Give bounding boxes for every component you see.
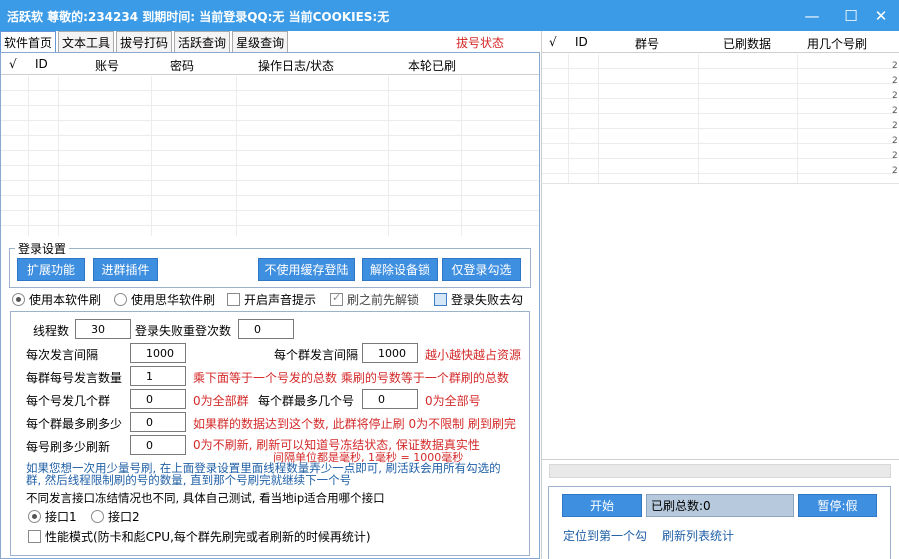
per-group-note: 乘下面等于一个号发的总数 乘刷的号数等于一个群刷的总数 <box>193 371 509 385</box>
fail-uncheck-checkbox[interactable]: 登录失败去勾 <box>434 291 523 308</box>
radio-icon <box>28 510 41 523</box>
thread-input[interactable]: 30 <box>75 319 131 339</box>
radio-icon <box>114 293 127 306</box>
col-check[interactable]: √ <box>549 35 557 49</box>
unfreeze-label: 刷之前先解锁 <box>347 293 420 307</box>
use-this-label: 使用本软件刷 <box>29 293 102 307</box>
interface1-label: 接口1 <box>45 510 77 524</box>
per-account-groups-label: 每个号发几个群 <box>26 394 111 408</box>
speak-interval-label: 每次发言间隔 <box>26 348 99 362</box>
dial-status-label: 拔号状态 <box>456 36 505 50</box>
tab-activity-query[interactable]: 活跃查询 <box>174 31 231 52</box>
group-table[interactable]: √ ID 群号 已刷数据 用几个号刷 2 2 2 2 2 2 2 2 <box>541 31 899 183</box>
radio-icon <box>12 293 25 306</box>
join-plugin-button[interactable]: 进群插件 <box>93 258 158 281</box>
speak-interval-input[interactable]: 1000 <box>130 343 186 363</box>
refresh-input[interactable]: 0 <box>130 435 186 455</box>
interface2-label: 接口2 <box>108 510 140 524</box>
group-table-header: √ ID 群号 已刷数据 用几个号刷 <box>542 31 899 53</box>
col-account[interactable]: 账号 <box>95 57 119 74</box>
col-id[interactable]: ID <box>575 35 588 49</box>
progress-bar <box>549 464 891 478</box>
col-log[interactable]: 操作日志/状态 <box>258 57 334 74</box>
title-bar: 活跃软 尊敬的:234234 到期时间: 当前登录QQ:无 当前COOKIES:… <box>0 0 899 31</box>
use-this-option[interactable]: 使用本软件刷 <box>12 291 101 308</box>
tab-dial-captcha[interactable]: 拔号打码 <box>116 31 173 52</box>
minimize-icon[interactable]: — <box>795 0 829 31</box>
col-check[interactable]: √ <box>9 57 17 71</box>
per-group-input[interactable]: 1 <box>130 366 186 386</box>
col-round[interactable]: 本轮已刷 <box>408 57 456 74</box>
group-max-input[interactable]: 0 <box>130 412 186 432</box>
perf-mode-checkbox[interactable]: 性能模式(防卡和彪CPU,每个群先刷完或者刷新的时候再统计) <box>28 528 371 545</box>
max-accounts-note: 0为全部号 <box>425 394 481 408</box>
usage-tip: 如果您想一次用少量号刷, 在上面登录设置里面线程数量弄少一点即可, 刷活跃会用所… <box>26 461 501 487</box>
login-settings-label: 登录设置 <box>15 240 70 257</box>
pause-button[interactable]: 暂停:假 <box>798 494 877 517</box>
group-interval-label: 每个群发言间隔 <box>274 348 359 362</box>
home-panel: √ ID 账号 密码 操作日志/状态 本轮已刷 登录设置 扩展功能 进群插件 不… <box>0 52 540 559</box>
unfreeze-checkbox[interactable]: 刷之前先解锁 <box>330 291 419 308</box>
tab-strip: 软件首页 文本工具 拔号打码 活跃查询 星级查询 <box>0 31 290 53</box>
refresh-stats-link[interactable]: 刷新列表统计 <box>662 527 734 544</box>
close-icon[interactable]: ✕ <box>864 0 898 31</box>
group-table-body <box>542 54 896 183</box>
checkbox-icon <box>434 293 447 306</box>
row-markers: 2 2 2 2 2 2 2 2 <box>892 61 898 176</box>
radio-icon <box>91 510 104 523</box>
col-password[interactable]: 密码 <box>170 57 194 74</box>
sound-label: 开启声音提示 <box>244 293 317 307</box>
tab-text-tools[interactable]: 文本工具 <box>58 31 115 52</box>
use-sihua-option[interactable]: 使用思华软件刷 <box>114 291 215 308</box>
per-account-groups-note: 0为全部群 <box>193 394 249 408</box>
group-max-note: 如果群的数据达到这个数, 此群将停止刷 0为不限制 刷到刷完 <box>193 417 516 431</box>
checkbox-icon <box>28 530 41 543</box>
maximize-icon[interactable]: ☐ <box>834 0 868 31</box>
per-group-label: 每群每号发言数量 <box>26 371 123 385</box>
account-table[interactable]: √ ID 账号 密码 操作日志/状态 本轮已刷 <box>1 53 539 236</box>
interface-note: 不同发言接口冻结情况也不同, 具体自己测试, 看当地ip适合用哪个接口 <box>26 491 385 505</box>
no-cache-login-button[interactable]: 不使用缓存登陆 <box>258 258 355 281</box>
locate-first-link[interactable]: 定位到第一个勾 <box>563 527 647 544</box>
unlock-device-button[interactable]: 解除设备锁 <box>362 258 438 281</box>
perf-mode-label: 性能模式(防卡和彪CPU,每个群先刷完或者刷新的时候再统计) <box>45 530 371 544</box>
per-account-groups-input[interactable]: 0 <box>130 389 186 409</box>
col-id[interactable]: ID <box>35 57 48 71</box>
control-area: 开始 已刷总数:0 暂停:假 定位到第一个勾 刷新列表统计 <box>541 459 899 559</box>
window-title: 活跃软 尊敬的:234234 到期时间: 当前登录QQ:无 当前COOKIES:… <box>7 10 390 24</box>
col-group-number[interactable]: 群号 <box>635 35 659 52</box>
retry-label: 登录失败重登次数 <box>135 324 232 338</box>
group-empty-area <box>541 183 899 459</box>
account-table-body <box>1 76 539 236</box>
group-max-label: 每个群最多刷多少 <box>26 417 123 431</box>
account-table-header: √ ID 账号 密码 操作日志/状态 本轮已刷 <box>1 53 539 75</box>
group-interval-note: 越小越快越占资源 <box>425 348 522 362</box>
thread-label: 线程数 <box>33 324 70 338</box>
checkbox-icon <box>227 293 240 306</box>
interface1-option[interactable]: 接口1 <box>28 508 77 525</box>
extend-button[interactable]: 扩展功能 <box>17 258 85 281</box>
checkbox-icon <box>330 291 343 306</box>
col-accounts-used[interactable]: 用几个号刷 <box>807 35 867 52</box>
login-checked-button[interactable]: 仅登录勾选 <box>442 258 521 281</box>
max-accounts-label: 每个群最多几个号 <box>258 394 355 408</box>
sound-checkbox[interactable]: 开启声音提示 <box>227 291 316 308</box>
tab-star-query[interactable]: 星级查询 <box>232 31 289 52</box>
refresh-label: 每号刷多少刷新 <box>26 440 111 454</box>
interface2-option[interactable]: 接口2 <box>91 508 140 525</box>
retry-input[interactable]: 0 <box>238 319 294 339</box>
tab-home[interactable]: 软件首页 <box>0 31 57 52</box>
fail-uncheck-label: 登录失败去勾 <box>451 293 524 307</box>
use-sihua-label: 使用思华软件刷 <box>131 293 216 307</box>
col-refreshed[interactable]: 已刷数据 <box>723 35 771 52</box>
total-count: 已刷总数:0 <box>646 494 794 517</box>
max-accounts-input[interactable]: 0 <box>362 389 418 409</box>
group-interval-input[interactable]: 1000 <box>362 343 418 363</box>
group-panel: √ ID 群号 已刷数据 用几个号刷 2 2 2 2 2 2 2 2 开始 已刷… <box>541 31 899 559</box>
start-button[interactable]: 开始 <box>562 494 642 517</box>
